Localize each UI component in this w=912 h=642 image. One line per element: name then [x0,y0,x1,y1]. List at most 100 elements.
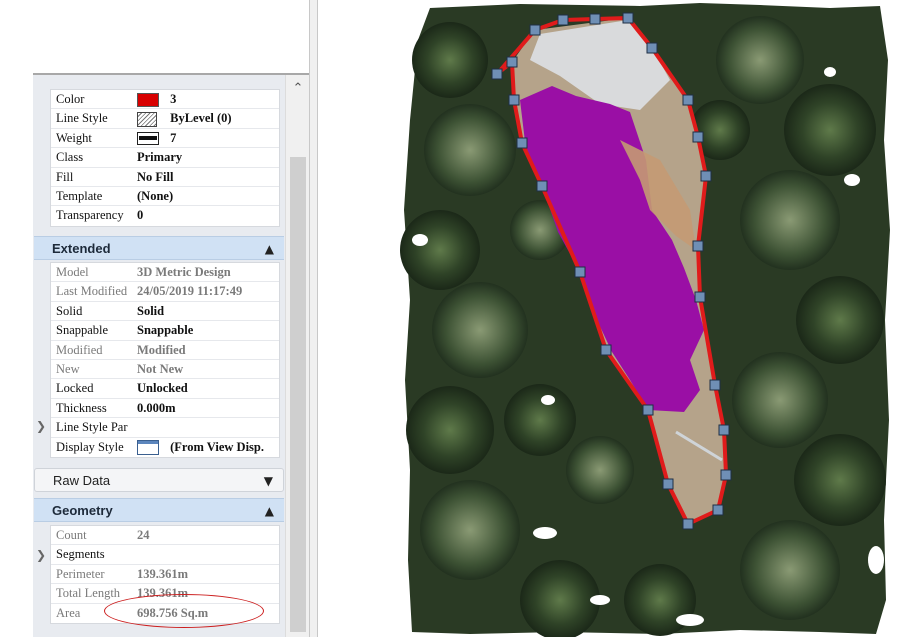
prop-row-thickness[interactable]: Thickness 0.000m [51,399,279,419]
vertex-handle[interactable] [682,518,694,530]
vertex-handle[interactable] [646,42,658,54]
prop-row-line-style[interactable]: Line Style ByLevel (0) [51,109,279,129]
vertex-handle[interactable] [718,424,730,436]
prop-value-line-style-wrap: ByLevel (0) [137,109,232,128]
line-weight-icon [137,132,159,146]
vertex-handle[interactable] [709,379,721,391]
vertex-handle[interactable] [529,24,541,36]
3d-viewport[interactable] [318,0,912,640]
prop-label-segments: Segments [56,547,105,562]
prop-value-count: 24 [137,528,150,542]
prop-row-display-style[interactable]: Display Style (From View Disp. [51,438,279,457]
prop-label-snappable: Snappable [56,323,109,338]
prop-row-modified[interactable]: Modified Modified [51,341,279,360]
section-title-raw-data: Raw Data [53,473,111,488]
prop-row-class[interactable]: Class Primary [51,148,279,168]
prop-label-thickness: Thickness [56,400,107,415]
prop-label-modified: Modified [56,342,103,357]
prop-label-line-style-params: Line Style Par [56,420,128,435]
prop-value-color: 3 [170,92,177,106]
properties-panel: Color 3 Line Style ByLevel (0) Weight 7 … [0,0,318,637]
prop-row-transparency[interactable]: Transparency 0 [51,206,279,225]
section-header-geometry[interactable]: Geometry ▲ [34,498,284,522]
area-annotation-circle [104,594,264,628]
prop-row-solid[interactable]: Solid Solid [51,302,279,322]
section-header-raw-data[interactable]: Raw Data ▼ [34,468,284,492]
prop-row-weight[interactable]: Weight 7 [51,129,279,149]
prop-value-weight-wrap: 7 [137,129,176,147]
vertex-handle[interactable] [536,180,548,192]
prop-value-locked: Unlocked [137,381,188,396]
prop-value-weight: 7 [170,130,177,145]
panel-splitter[interactable] [309,0,318,637]
prop-value-solid: Solid [137,303,165,318]
vertex-handle[interactable] [557,14,569,26]
vertex-handle[interactable] [720,469,732,481]
scroll-thumb[interactable] [290,157,306,632]
prop-row-fill[interactable]: Fill No Fill [51,168,279,187]
vertex-handle[interactable] [694,291,706,303]
prop-label-new: New [56,361,80,376]
prop-value-color-wrap: 3 [137,90,176,108]
prop-label-count: Count [56,528,87,542]
prop-row-color[interactable]: Color 3 [51,90,279,110]
prop-row-segments[interactable]: Segments [51,545,279,565]
vertex-handle[interactable] [508,94,520,106]
prop-row-line-style-params[interactable]: Line Style Par [51,418,279,438]
section-title-extended: Extended [52,241,111,256]
vertex-handle[interactable] [692,240,704,252]
vertex-handle[interactable] [506,56,518,68]
prop-label-weight: Weight [56,130,92,145]
prop-value-new: Not New [137,361,184,376]
chevron-down-icon[interactable]: ▼ [264,469,273,493]
vertex-handle[interactable] [574,266,586,278]
prop-row-perimeter[interactable]: Perimeter 139.361m [51,565,279,585]
prop-value-class: Primary [137,150,183,165]
prop-value-fill: No Fill [137,169,174,184]
prop-label-transparency: Transparency [56,208,124,223]
vertex-handle[interactable] [700,170,712,182]
chevron-up-icon[interactable]: ▲ [265,237,274,261]
prop-value-display-style-wrap: (From View Disp. [137,438,264,456]
prop-row-model[interactable]: Model 3D Metric Design [51,263,279,283]
vertex-handle[interactable] [662,478,674,490]
prop-row-snappable[interactable]: Snappable Snappable [51,321,279,341]
panel-top-area [33,0,285,74]
prop-value-snappable: Snappable [137,323,194,338]
vertex-handle[interactable] [692,131,704,143]
prop-value-display-style: (From View Disp. [170,439,264,454]
vertex-handle[interactable] [516,137,528,149]
symbology-table: Color 3 Line Style ByLevel (0) Weight 7 … [50,89,280,227]
prop-value-template: (None) [137,188,174,203]
prop-label-display-style: Display Style [56,439,124,454]
color-swatch-icon [137,93,159,108]
vertex-handle[interactable] [491,68,503,80]
prop-label-area: Area [56,605,81,620]
prop-value-transparency: 0 [137,208,144,223]
scroll-up-icon[interactable]: ⌃ [286,81,310,97]
prop-label-total-length: Total Length [56,586,121,601]
prop-row-new[interactable]: New Not New [51,360,279,380]
vertex-handle[interactable] [642,404,654,416]
prop-row-template[interactable]: Template (None) [51,187,279,207]
properties-scrollbar[interactable]: ⌃ [285,75,310,637]
expand-line-style-params-icon[interactable]: ❯ [36,419,46,433]
prop-row-locked[interactable]: Locked Unlocked [51,379,279,399]
line-style-icon [137,112,157,128]
vertex-handle[interactable] [589,13,601,25]
chevron-up-icon[interactable]: ▲ [265,499,274,523]
prop-label-model: Model [56,265,89,279]
prop-value-perimeter: 139.361m [137,566,189,581]
prop-row-last-modified[interactable]: Last Modified 24/05/2019 11:17:49 [51,282,279,302]
prop-value-line-style: ByLevel (0) [170,111,232,126]
prop-label-color: Color [56,92,85,106]
prop-row-count[interactable]: Count 24 [51,526,279,546]
vertex-handle[interactable] [600,344,612,356]
section-header-extended[interactable]: Extended ▲ [34,236,284,260]
vertex-handle[interactable] [622,12,634,24]
expand-segments-icon[interactable]: ❯ [36,548,46,562]
vertex-handle[interactable] [712,504,724,516]
prop-label-template: Template [56,188,103,203]
vertex-handle[interactable] [682,94,694,106]
viewport-canvas[interactable] [318,0,912,640]
